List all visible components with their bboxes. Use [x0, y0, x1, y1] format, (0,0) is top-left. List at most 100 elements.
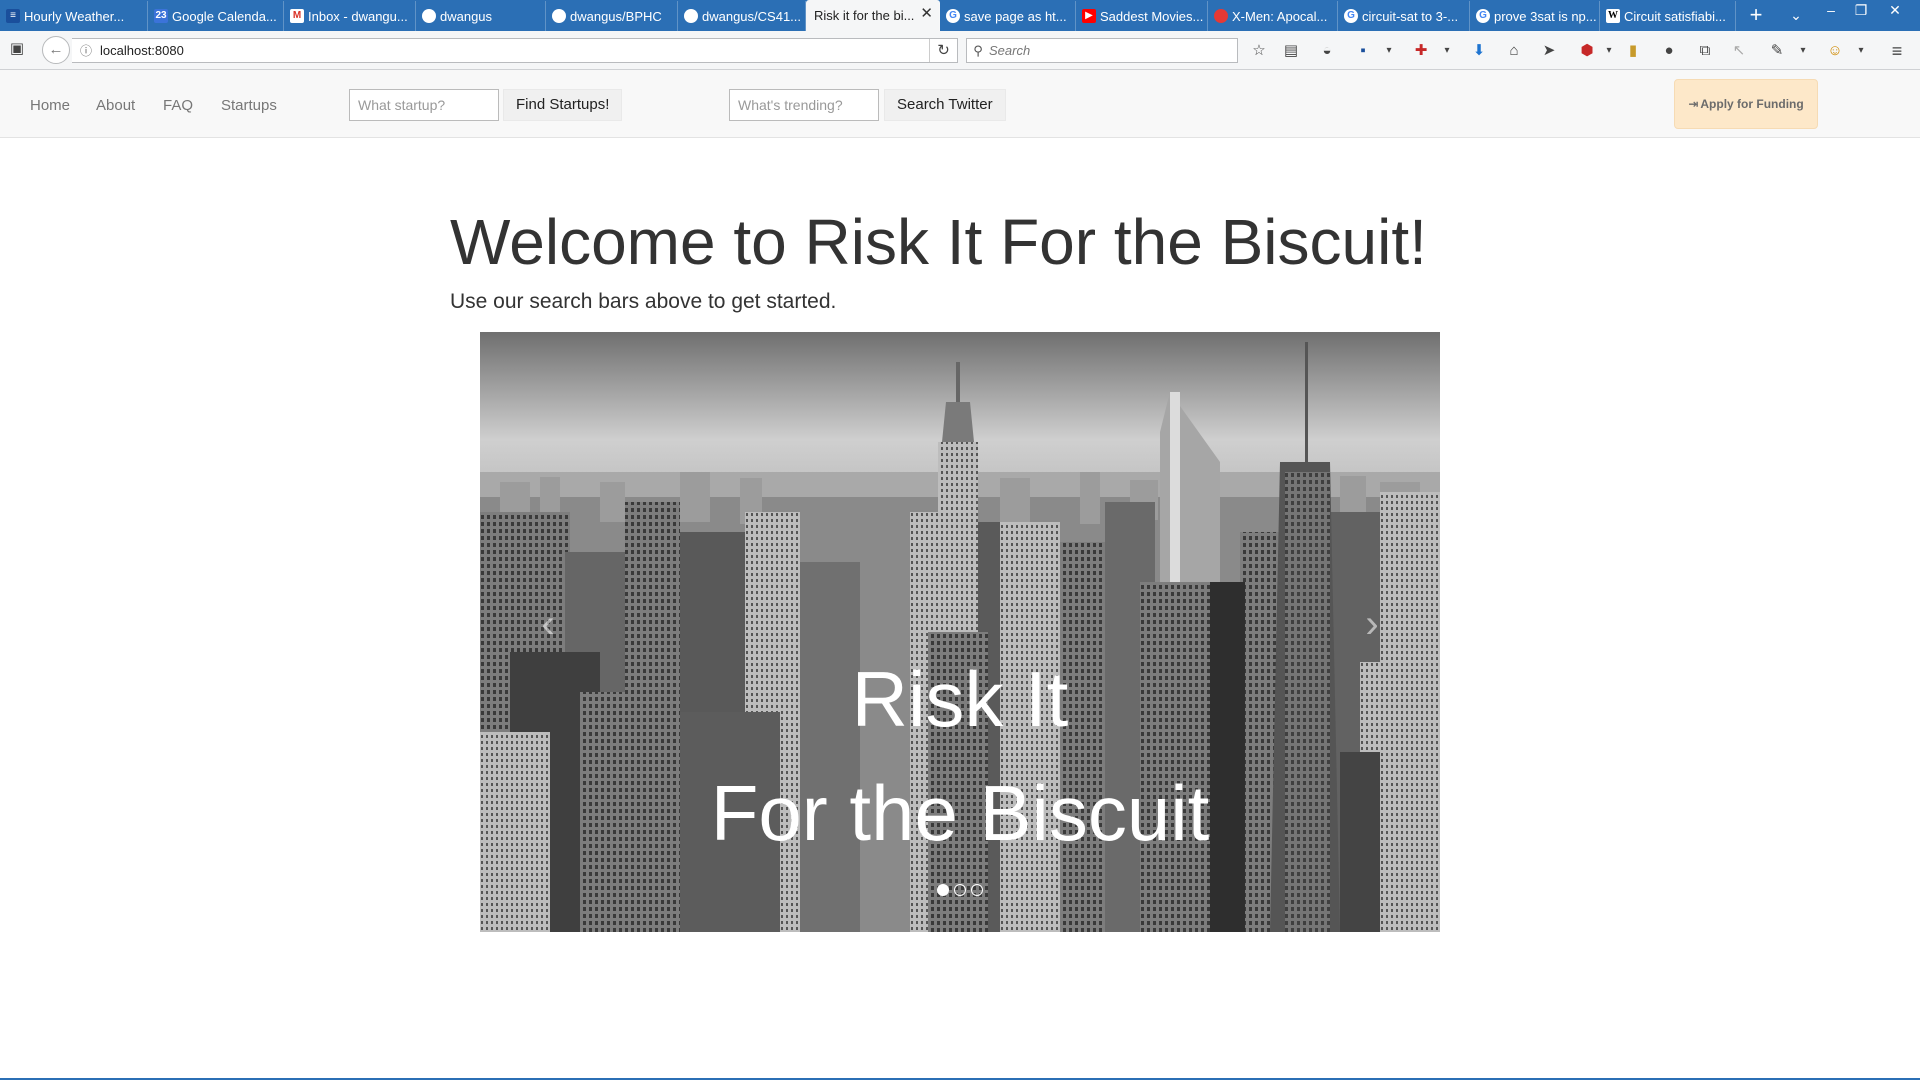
github-icon [552, 9, 566, 23]
tab-inbox[interactable]: M Inbox - dwangu... [284, 1, 416, 31]
bookmark-star-icon[interactable]: ☆ [1248, 42, 1270, 60]
restore-icon[interactable]: ❐ [1846, 2, 1876, 19]
menu-icon[interactable]: ≡ [1886, 42, 1908, 60]
nav-link-faq[interactable]: FAQ [163, 97, 193, 114]
browser-toolbar: ▣ ← ⓘ localhost:8080 ↻ ⚲ Search ☆ ▤ ◒ ▪ … [0, 31, 1920, 70]
reload-icon[interactable]: ↻ [929, 39, 957, 62]
site-navbar: Home About FAQ Startups Find Startups! S… [0, 70, 1920, 138]
tab-label: prove 3sat is np... [1494, 8, 1597, 24]
tab-risk-it-active[interactable]: Risk it for the bi... ✕ [806, 0, 940, 31]
tab-label: save page as ht... [964, 8, 1067, 24]
new-tab-button[interactable]: + [1736, 1, 1776, 31]
find-startups-button[interactable]: Find Startups! [503, 89, 623, 121]
browser-search-box[interactable]: ⚲ Search [966, 38, 1238, 63]
close-tab-icon[interactable]: ✕ [920, 6, 933, 22]
twitter-search-input[interactable] [729, 89, 879, 121]
carousel-indicator-3[interactable] [971, 884, 983, 896]
tab-save-page[interactable]: G save page as ht... [940, 1, 1076, 31]
tab-circuit-satisfiability[interactable]: W Circuit satisfiabi... [1600, 1, 1736, 31]
adblock-icon[interactable]: ⬢ [1576, 42, 1598, 60]
nav-link-home[interactable]: Home [30, 97, 70, 114]
tab-label: dwangus [440, 8, 493, 24]
tab-label: Inbox - dwangu... [308, 8, 408, 24]
tab-label: dwangus/CS41... [702, 8, 802, 24]
chevron-right-icon[interactable]: › [1352, 602, 1392, 647]
dropdown-chevron-icon[interactable]: ▾ [1436, 42, 1458, 60]
calendar-icon: 23 [154, 9, 168, 23]
carousel-indicators [480, 884, 1440, 896]
extension-red-icon[interactable]: ✚ [1410, 42, 1432, 60]
browser-search-placeholder[interactable]: Search [989, 43, 1030, 58]
browser-tab-strip: ≡ Hourly Weather... 23 Google Calenda...… [0, 0, 1920, 31]
tab-xmen[interactable]: X-Men: Apocal... [1208, 1, 1338, 31]
search-twitter-button[interactable]: Search Twitter [884, 89, 1006, 121]
tab-list-chevron-icon[interactable]: ⌄ [1776, 1, 1816, 31]
google-icon: G [1344, 9, 1358, 23]
google-icon: G [946, 9, 960, 23]
tab-label: Hourly Weather... [24, 8, 125, 24]
carousel-caption-line-2: For the Biscuit [710, 769, 1210, 857]
tab-prove-3sat[interactable]: G prove 3sat is np... [1470, 1, 1600, 31]
download-icon[interactable]: ⬇ [1468, 42, 1490, 60]
search-icon: ⚲ [973, 42, 983, 58]
gmail-icon: M [290, 9, 304, 23]
carousel-indicator-1[interactable] [937, 884, 949, 896]
arrow-left-icon: ← [48, 41, 64, 58]
carousel-caption-line-1: Risk It [851, 655, 1069, 743]
dropdown-chevron-icon[interactable]: ▾ [1378, 42, 1400, 60]
extension-arrow-icon[interactable]: ↖ [1728, 42, 1750, 60]
chevron-left-icon[interactable]: ‹ [528, 602, 568, 647]
carousel-indicator-2[interactable] [954, 884, 966, 896]
sync-icon[interactable]: ⧉ [1694, 42, 1716, 60]
google-icon: G [1476, 9, 1490, 23]
dropdown-chevron-icon[interactable]: ▾ [1598, 42, 1620, 60]
wikipedia-icon: W [1606, 9, 1620, 23]
send-icon[interactable]: ➤ [1538, 42, 1560, 60]
page-subtitle: Use our search bars above to get started… [450, 290, 837, 313]
tab-label: circuit-sat to 3-... [1362, 8, 1459, 24]
tab-hourly-weather[interactable]: ≡ Hourly Weather... [0, 1, 148, 31]
tab-label: Circuit satisfiabi... [1624, 8, 1726, 24]
dropdown-chevron-icon[interactable]: ▾ [1850, 42, 1872, 60]
tab-saddest-movies[interactable]: ▶ Saddest Movies... [1076, 1, 1208, 31]
tomato-icon [1214, 9, 1228, 23]
tab-label: Google Calenda... [172, 8, 277, 24]
extension-face-icon[interactable]: ☺ [1824, 42, 1846, 60]
sidebar-toggle-icon[interactable]: ▣ [6, 40, 28, 58]
tab-circuit-sat[interactable]: G circuit-sat to 3-... [1338, 1, 1470, 31]
folder-icon[interactable]: ▮ [1622, 42, 1644, 60]
tab-label: X-Men: Apocal... [1232, 8, 1328, 24]
back-button[interactable]: ← [42, 36, 70, 64]
hero-carousel: ‹ › Risk It For the Biscuit [480, 332, 1440, 932]
github-icon [684, 9, 698, 23]
github-icon [422, 9, 436, 23]
info-icon[interactable]: ⓘ [76, 42, 96, 59]
apply-label: Apply for Funding [1700, 97, 1804, 111]
tab-dwangus-cs41[interactable]: dwangus/CS41... [678, 1, 806, 31]
nav-link-about[interactable]: About [96, 97, 135, 114]
tab-dwangus[interactable]: dwangus [416, 1, 546, 31]
dropdown-chevron-icon[interactable]: ▾ [1792, 42, 1814, 60]
extension-wand-icon[interactable]: ✎ [1766, 42, 1788, 60]
reading-list-icon[interactable]: ▤ [1280, 42, 1302, 60]
home-icon[interactable]: ⌂ [1503, 42, 1525, 60]
youtube-icon: ▶ [1082, 9, 1096, 23]
close-window-icon[interactable]: ✕ [1880, 2, 1910, 19]
tab-dwangus-bphc[interactable]: dwangus/BPHC [546, 1, 678, 31]
chat-icon[interactable]: ● [1658, 42, 1680, 60]
tab-label: Risk it for the bi... [814, 8, 915, 23]
save-icon[interactable]: ▪ [1352, 42, 1374, 60]
tab-label: Saddest Movies... [1100, 8, 1204, 24]
url-bar[interactable]: ⓘ localhost:8080 ↻ [72, 38, 958, 63]
page-title: Welcome to Risk It For the Biscuit! [450, 206, 1427, 278]
minimize-icon[interactable]: – [1816, 2, 1846, 18]
nav-link-startups[interactable]: Startups [221, 97, 277, 114]
url-text[interactable]: localhost:8080 [100, 43, 184, 58]
login-icon: ⇥ [1688, 97, 1699, 111]
apply-for-funding-button[interactable]: ⇥ Apply for Funding [1674, 79, 1818, 129]
weather-icon: ≡ [6, 9, 20, 23]
pocket-icon[interactable]: ◒ [1316, 42, 1338, 60]
tab-google-calendar[interactable]: 23 Google Calenda... [148, 1, 284, 31]
startup-search-input[interactable] [349, 89, 499, 121]
tab-label: dwangus/BPHC [570, 8, 662, 24]
